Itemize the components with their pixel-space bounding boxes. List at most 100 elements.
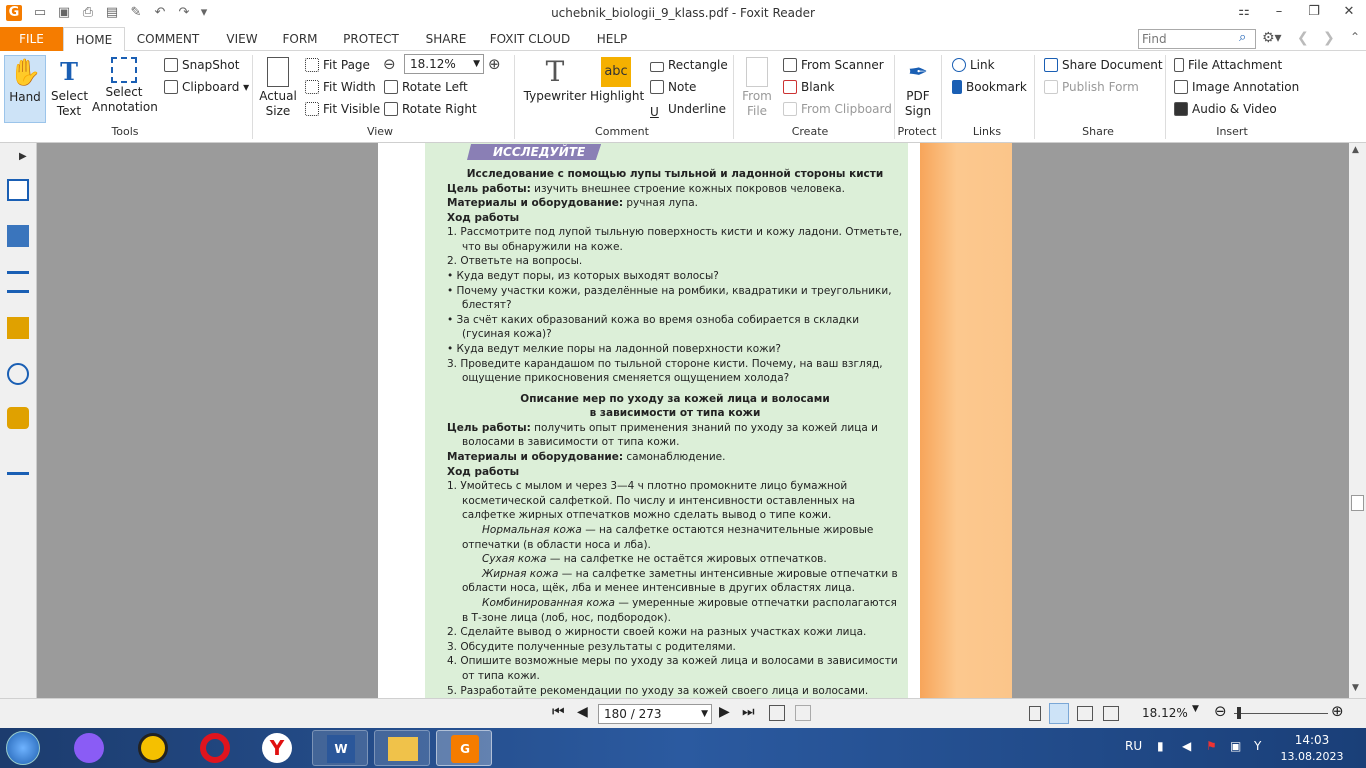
tab-share[interactable]: SHARE [422,27,470,51]
blank-button[interactable]: Blank [783,79,834,95]
scroll-thumb[interactable] [1351,495,1364,511]
network-icon[interactable]: ▮ [1157,739,1164,753]
from-scanner-button[interactable]: From Scanner [783,57,884,73]
typewriter-button[interactable]: T Typewriter [522,57,588,104]
pdf-sign-button[interactable]: ✒ PDF Sign [899,57,937,119]
pages-icon[interactable] [7,179,29,201]
continuous-facing-icon[interactable] [1103,706,1119,721]
action-center-icon[interactable]: ⚑ [1206,739,1217,753]
fit-width-button[interactable]: Fit Width [305,79,376,95]
layers-icon[interactable] [7,225,29,247]
title-bar: G ▭ ▣ ⎙ ▤ ✎ ↶ ↷ ▾ uchebnik_biologii_9_kl… [0,0,1366,27]
taskbar-alisa[interactable] [62,730,118,766]
tab-protect[interactable]: PROTECT [340,27,402,51]
group-label-tools: Tools [111,125,139,138]
taskbar-word[interactable]: W [312,730,368,766]
clock-time[interactable]: 14:03 [1280,733,1344,747]
note-button[interactable]: Note [650,79,696,95]
highlight-button[interactable]: abc Highlight [590,57,644,104]
prev-result-icon[interactable]: ❮ [1297,30,1309,46]
taskbar-app[interactable] [126,730,182,766]
taskbar-foxit[interactable]: G [436,730,492,766]
scroll-down-icon[interactable]: ▼ [1352,683,1359,693]
separator [941,55,942,139]
separator [1165,55,1166,139]
first-page-icon[interactable]: ⏮ [552,704,565,720]
content-icon[interactable] [7,271,29,293]
zoom-in-icon[interactable]: ⊕ [1331,702,1344,720]
snapshot-button[interactable]: SnapShot [164,57,239,73]
tab-form[interactable]: FORM [278,27,322,51]
taskbar-yandex-browser[interactable]: Y [250,730,306,766]
zoom-select[interactable]: 18.12% ▼ [404,54,484,74]
from-file-button[interactable]: From File [738,57,776,119]
bookmark-button[interactable]: Bookmark [952,79,1027,95]
tab-file[interactable]: FILE [0,27,63,51]
minimize-button[interactable]: – [1265,3,1293,21]
tab-home[interactable]: HOME [63,27,125,52]
camera-icon [164,58,178,72]
yandex-tray-icon[interactable]: Y [1254,739,1261,753]
last-page-icon[interactable]: ⏭ [742,704,755,720]
collapse-ribbon-icon[interactable]: ⌃ [1350,30,1360,44]
page-number-input[interactable]: 180 / 273 ▼ [598,704,712,724]
taskbar-explorer[interactable] [374,730,430,766]
image-annotation-button[interactable]: Image Annotation [1174,79,1299,95]
link-button[interactable]: Link [952,57,995,73]
vertical-scrollbar[interactable]: ▲ ▼ [1349,143,1366,698]
tab-comment[interactable]: COMMENT [135,27,201,51]
attachments-icon[interactable] [7,363,29,385]
zoom-out-icon[interactable]: ⊖ [383,55,396,73]
fit-visible-button[interactable]: Fit Visible [305,101,380,117]
tab-view[interactable]: VIEW [220,27,264,51]
previous-view-icon[interactable] [769,705,785,721]
zoom-in-icon[interactable]: ⊕ [488,55,501,73]
file-attachment-button[interactable]: File Attachment [1174,57,1282,73]
actual-size-button[interactable]: Actual Size [257,57,299,119]
rotate-left-button[interactable]: Rotate Left [384,79,468,95]
single-page-icon[interactable] [1029,706,1041,721]
fit-page-button[interactable]: Fit Page [305,57,370,73]
from-file-icon [746,57,768,87]
select-text-button[interactable]: T Select Text [50,57,88,119]
zoom-dropdown-icon[interactable]: ▼ [1192,704,1199,714]
hand-button[interactable]: ✋ Hand [4,55,46,123]
clock-date[interactable]: 13.08.2023 [1276,750,1348,763]
prev-page-icon[interactable]: ◀ [577,704,588,720]
clipboard-button[interactable]: Clipboard ▾ [164,79,249,95]
next-result-icon[interactable]: ❯ [1323,30,1335,46]
rectangle-button[interactable]: Rectangle [650,57,728,73]
rotate-right-button[interactable]: Rotate Right [384,101,477,117]
scroll-up-icon[interactable]: ▲ [1352,145,1359,155]
start-button[interactable] [6,731,40,765]
taskbar-opera[interactable] [188,730,244,766]
tab-help[interactable]: HELP [593,27,631,51]
search-icon[interactable]: ⌕ [1239,30,1246,45]
settings-gear-icon[interactable]: ⚙▾ [1262,30,1282,46]
maximize-button[interactable]: ❐ [1300,3,1328,21]
publish-form-button[interactable]: Publish Form [1044,79,1139,95]
security-lock-icon[interactable] [7,407,29,429]
comments-icon[interactable] [7,317,29,339]
tray-icon[interactable]: ▣ [1230,739,1241,753]
zoom-slider-thumb[interactable] [1237,707,1241,719]
share-document-button[interactable]: Share Document [1044,57,1163,73]
select-annotation-button[interactable]: Select Annotation [92,57,158,115]
next-view-icon[interactable] [795,705,811,721]
facing-icon[interactable] [1077,706,1093,721]
next-page-icon[interactable]: ▶ [719,704,730,720]
signature-icon[interactable] [7,453,29,475]
language-indicator[interactable]: RU [1125,739,1142,753]
volume-icon[interactable]: ◀ [1182,739,1191,753]
tab-foxit-cloud[interactable]: FOXIT CLOUD [487,27,573,51]
close-button[interactable]: ✕ [1335,3,1363,21]
from-clipboard-button[interactable]: From Clipboard [783,101,892,117]
audio-video-button[interactable]: Audio & Video [1174,101,1277,117]
group-label-comment: Comment [595,125,649,138]
underline-button[interactable]: U Underline [650,101,726,119]
zoom-slider[interactable] [1234,713,1328,714]
zoom-out-icon[interactable]: ⊖ [1214,702,1227,720]
ribbon-options-icon[interactable]: ⚏ [1230,3,1258,21]
expand-panel-icon[interactable]: ▶ [19,151,27,162]
continuous-page-icon[interactable] [1049,703,1069,724]
